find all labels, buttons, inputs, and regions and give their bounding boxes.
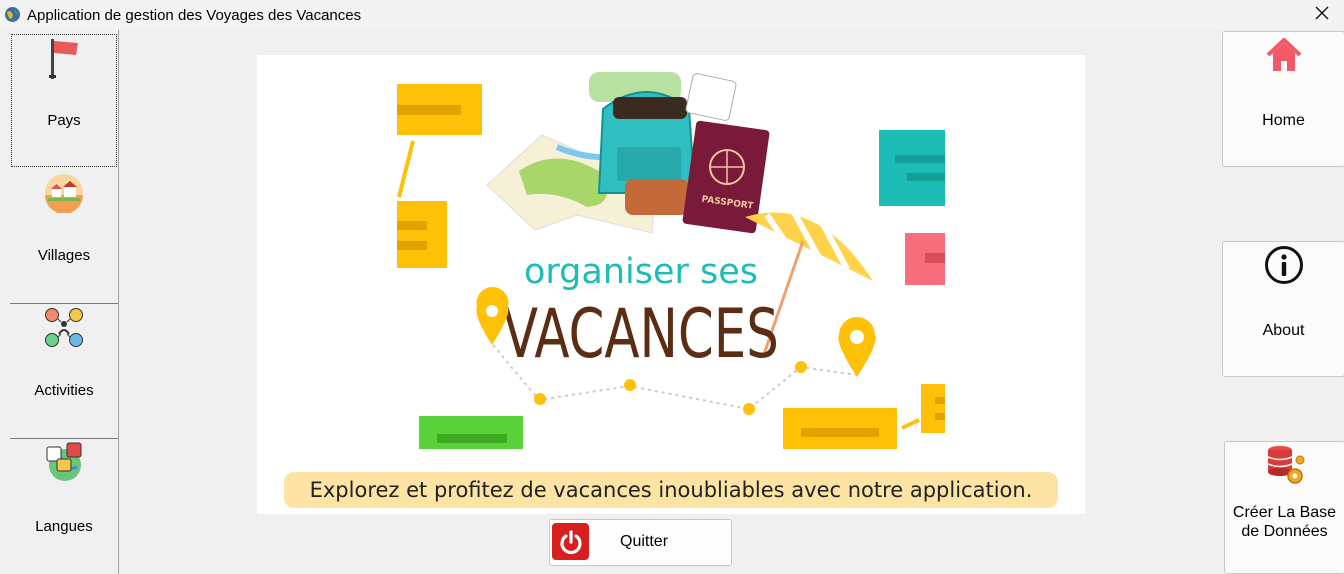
headline-small: organiser ses <box>524 252 758 292</box>
database-gear-icon <box>1264 444 1306 491</box>
tagline: Explorez et profitez de vacances inoubli… <box>284 472 1058 508</box>
power-icon <box>552 523 589 560</box>
sidebar-item-label: Activities <box>34 382 94 399</box>
about-label: About <box>1262 322 1305 339</box>
headline-big: VACANCES <box>503 294 779 373</box>
sidebar-item-label: Pays <box>47 112 81 129</box>
sidebar-item-langues[interactable]: Langues <box>10 439 118 574</box>
create-database-button[interactable]: Créer La Base de Données <box>1224 441 1344 574</box>
banner-illustration: PASSPORT organiser ses VACANCES <box>397 72 945 449</box>
info-icon <box>1264 245 1304 290</box>
close-icon <box>1315 6 1329 25</box>
flag-icon <box>48 37 80 84</box>
languages-icon <box>43 441 85 488</box>
quit-button[interactable]: Quitter <box>549 519 732 566</box>
title-bar: Application de gestion des Voyages des V… <box>0 0 1344 30</box>
sidebar: Pays Villages Activities Langues <box>10 30 119 574</box>
create-database-label-line2: de Données <box>1241 523 1328 540</box>
home-label: Home <box>1262 112 1305 129</box>
home-icon <box>1265 36 1303 79</box>
sidebar-item-pays[interactable]: Pays <box>10 33 118 168</box>
create-database-label-line1: Créer La Base <box>1232 504 1337 521</box>
activities-icon <box>42 306 86 355</box>
sidebar-item-label: Langues <box>35 518 93 535</box>
close-button[interactable] <box>1300 0 1344 30</box>
sidebar-item-villages[interactable]: Villages <box>10 169 118 304</box>
window-title: Application de gestion des Voyages des V… <box>27 7 362 24</box>
globe-icon <box>4 6 21 23</box>
sidebar-item-label: Villages <box>37 247 91 264</box>
quit-label: Quitter <box>620 533 669 550</box>
sidebar-item-activities[interactable]: Activities <box>10 304 118 439</box>
banner-image: PASSPORT organiser ses VACANCES Explorez… <box>257 55 1085 514</box>
home-button[interactable]: Home <box>1222 31 1344 167</box>
village-icon <box>44 173 84 218</box>
about-button[interactable]: About <box>1222 241 1344 377</box>
